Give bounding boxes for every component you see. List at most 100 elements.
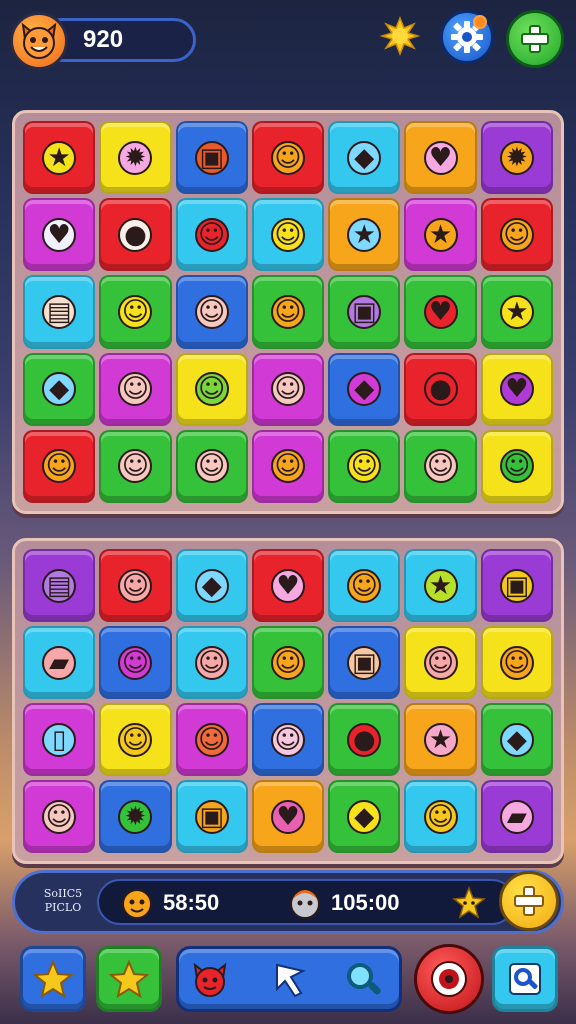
board-bottom-tile[interactable]: ☺ <box>404 626 477 699</box>
board-top-tile[interactable]: ☺ <box>175 429 248 503</box>
board-top-tile[interactable]: ◆ <box>328 352 401 426</box>
board-bottom-tile[interactable]: ☺ <box>23 780 96 853</box>
board-bottom-tile[interactable]: ★ <box>404 703 477 776</box>
tile-icon: ☺ <box>270 645 305 680</box>
board-bottom-tile[interactable]: ▤ <box>23 549 96 622</box>
tile-icon: ☺ <box>270 722 305 757</box>
board-top-tile[interactable]: ◆ <box>328 121 401 195</box>
board-top-tile[interactable]: ☺ <box>99 275 172 349</box>
tile-icon: ★ <box>499 294 534 329</box>
tile-icon: ✹ <box>118 140 153 175</box>
board-top-tile[interactable]: ▤ <box>23 275 96 349</box>
board-top-tile[interactable]: ☺ <box>175 275 248 349</box>
board-top-tile[interactable]: ★ <box>404 198 477 272</box>
board-top-tile[interactable]: ☺ <box>251 429 325 503</box>
board-bottom-tile[interactable]: ◆ <box>480 703 553 776</box>
tile-icon: ☺ <box>270 217 305 252</box>
board-bottom-tile[interactable]: ▣ <box>328 626 401 699</box>
board-top-tile[interactable]: ☺ <box>251 275 325 349</box>
tile-icon: ☺ <box>194 294 229 329</box>
board-top-tile[interactable]: ☺ <box>175 352 248 426</box>
tile-icon: ▤ <box>42 294 77 329</box>
star-icon <box>109 959 149 999</box>
tile-icon: ☺ <box>347 568 382 603</box>
tile-icon: ☺ <box>499 645 534 680</box>
board-bottom-tile[interactable]: ▯ <box>23 703 96 776</box>
tile-icon: ☺ <box>270 140 305 175</box>
board-bottom-tile[interactable]: ★ <box>404 549 477 622</box>
tile-icon: ♥ <box>423 140 458 175</box>
board-top-tile[interactable]: ☺ <box>404 429 477 503</box>
board-top-tile[interactable]: ☺ <box>251 198 325 272</box>
fox-face-icon[interactable] <box>189 959 231 1001</box>
board-bottom-tile[interactable]: ◆ <box>175 549 248 622</box>
board-top-tile[interactable]: ♥ <box>404 121 477 195</box>
board-bottom-tile[interactable]: ▣ <box>480 549 553 622</box>
status-add-button[interactable] <box>499 871 559 931</box>
search-button[interactable] <box>492 946 558 1012</box>
board-top-tile[interactable]: ♥ <box>23 198 96 272</box>
status-bar: SoIIC5 PICLO 58:50 105:00 <box>12 870 564 934</box>
board-bottom-tile[interactable]: ● <box>328 703 401 776</box>
magnifier-icon[interactable] <box>343 959 385 1001</box>
board-bottom-tile[interactable]: ☺ <box>480 626 553 699</box>
board-top-tile[interactable]: ☺ <box>99 429 172 503</box>
board-top-tile[interactable]: ☺ <box>251 121 325 195</box>
board-top-tile[interactable]: ✹ <box>480 121 553 195</box>
board-top-tile[interactable]: ☺ <box>175 198 248 272</box>
board-bottom-tile[interactable]: ◆ <box>328 780 401 853</box>
board-top-tile[interactable]: ▣ <box>175 121 248 195</box>
tile-icon: ☺ <box>194 449 229 484</box>
tile-icon: ♥ <box>270 568 305 603</box>
cursor-icon[interactable] <box>269 959 311 1001</box>
board-bottom-tile[interactable]: ☺ <box>175 626 248 699</box>
tile-icon: ◆ <box>347 799 382 834</box>
board-top-tile[interactable]: ✹ <box>99 121 172 195</box>
board-bottom-tile[interactable]: ▰ <box>23 626 96 699</box>
board-top-tile[interactable]: ♥ <box>404 275 477 349</box>
board-top-tile[interactable]: ● <box>404 352 477 426</box>
fox-avatar-icon[interactable] <box>10 12 68 70</box>
tile-icon: ◆ <box>347 140 382 175</box>
board-bottom-tile[interactable]: ▰ <box>480 780 553 853</box>
board-top-tile[interactable]: ★ <box>480 275 553 349</box>
board-bottom-tile[interactable]: ☺ <box>328 549 401 622</box>
board-bottom-tile[interactable]: ☺ <box>404 780 477 853</box>
sun-icon[interactable] <box>378 14 422 58</box>
tile-icon: ☺ <box>347 449 382 484</box>
board-bottom-tile[interactable]: ☺ <box>251 626 325 699</box>
board-top-tile[interactable]: ☺ <box>99 352 172 426</box>
board-bottom-tile[interactable]: ▣ <box>175 780 248 853</box>
board-bottom-tile[interactable]: ♥ <box>251 549 325 622</box>
board-bottom-tile[interactable]: ☺ <box>99 549 172 622</box>
star-button-2[interactable] <box>96 946 162 1012</box>
tile-icon: ▣ <box>194 140 229 175</box>
tile-icon: ▰ <box>499 799 534 834</box>
board-top-tile[interactable]: ● <box>99 198 172 272</box>
board-bottom-tile[interactable]: ✹ <box>99 780 172 853</box>
board-top-tile[interactable]: ☺ <box>251 352 325 426</box>
notification-dot <box>473 15 487 29</box>
star-button-1[interactable] <box>20 946 86 1012</box>
score-value: 920 <box>83 26 124 53</box>
board-top-tile[interactable]: ☺ <box>23 429 96 503</box>
board-top-tile[interactable]: ♥ <box>480 352 553 426</box>
board-bottom-tile[interactable]: ☺ <box>99 626 172 699</box>
board-top-tile[interactable]: ▣ <box>328 275 401 349</box>
tile-icon: ◆ <box>347 372 382 407</box>
board-top-tile[interactable]: ☺ <box>328 429 401 503</box>
board-top-tile[interactable]: ☺ <box>480 429 553 503</box>
board-top-tile[interactable]: ◆ <box>23 352 96 426</box>
board-bottom-tile[interactable]: ☺ <box>175 703 248 776</box>
record-button[interactable] <box>414 944 484 1014</box>
board-bottom-tile[interactable]: ☺ <box>251 703 325 776</box>
add-button[interactable] <box>506 10 564 68</box>
board-top-tile[interactable]: ☺ <box>480 198 553 272</box>
board-bottom-tile[interactable]: ♥ <box>251 780 325 853</box>
board-top-tile[interactable]: ★ <box>23 121 96 195</box>
tile-icon: ◆ <box>194 568 229 603</box>
board-top-tile[interactable]: ★ <box>328 198 401 272</box>
board-bottom-tile[interactable]: ☺ <box>99 703 172 776</box>
settings-gear-button[interactable] <box>440 10 494 64</box>
plus-icon <box>521 25 549 53</box>
